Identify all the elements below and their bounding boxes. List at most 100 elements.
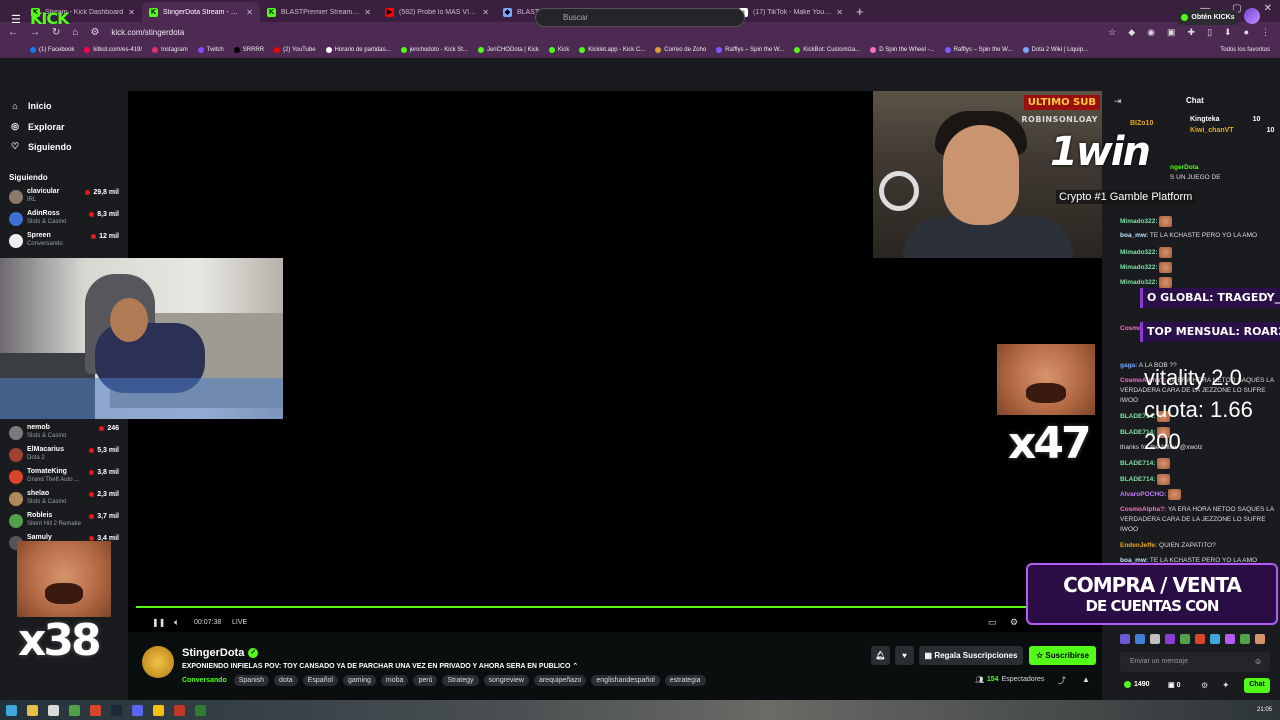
emote-icon[interactable]	[1135, 634, 1145, 644]
bookmark-item[interactable]: Dota 2 Wiki | Liquip...	[1022, 47, 1088, 53]
bookmark-item[interactable]: Kick	[548, 47, 569, 53]
chat-username[interactable]: BLADE714:	[1120, 476, 1155, 483]
file-explorer-icon[interactable]	[27, 704, 38, 716]
app-icon[interactable]	[69, 704, 80, 716]
extension-icon[interactable]: ◆	[1128, 27, 1135, 38]
chrome-icon[interactable]	[153, 704, 164, 716]
stream-tag[interactable]: dota	[274, 675, 298, 686]
chat-username[interactable]: CosmoAlpha?:	[1120, 506, 1166, 513]
streamer-avatar[interactable]	[142, 646, 174, 678]
browser-tab[interactable]: ♪(17) TikTok - Make Your Day✕	[732, 2, 850, 22]
chat-username[interactable]: Cosmo	[1120, 325, 1142, 332]
emote-icon[interactable]	[1240, 634, 1250, 644]
chevron-up-icon[interactable]: ⌃	[572, 663, 578, 670]
url-field[interactable]: kick.com/stingerdota	[111, 28, 184, 37]
browser-tab[interactable]: ▶ (582) Probé lo MÁS VIRAL de ✕	[378, 2, 496, 22]
obtain-kicks-button[interactable]: Obtén KICKs	[1178, 10, 1238, 25]
close-window-icon[interactable]: ✕	[1264, 3, 1272, 14]
kick-logo[interactable]: KICK	[30, 9, 69, 28]
bookmark-item[interactable]: KickBot: Customiza...	[794, 47, 860, 53]
chat-message[interactable]: Mimado322:	[1120, 247, 1276, 258]
browser-menu-icon[interactable]: ⋮	[1261, 27, 1270, 38]
bookmark-item[interactable]: Instagram	[152, 47, 188, 53]
pause-icon[interactable]: ❚❚	[152, 618, 165, 627]
bookmark-item[interactable]: kitkot.com/es-419/	[84, 47, 142, 53]
subscribe-button[interactable]: ☆ Suscribirse	[1029, 646, 1096, 665]
extension-icon[interactable]: ◉	[1147, 27, 1155, 38]
app-icon[interactable]	[48, 704, 59, 716]
tab-close-icon[interactable]: ✕	[836, 8, 843, 17]
bookmark-item[interactable]: JeriCHODota | Kick	[477, 47, 539, 53]
tab-close-icon[interactable]: ✕	[246, 8, 253, 17]
stream-tag[interactable]: moba	[380, 675, 409, 686]
chat-username[interactable]: EndenJeffe:	[1120, 542, 1157, 549]
bookmark-item[interactable]: Correo de Zoho	[655, 47, 706, 53]
bookmark-item[interactable]: Kicklet.app - Kick C...	[579, 47, 645, 53]
bookmark-item[interactable]: (1) Facebook	[30, 47, 74, 53]
extensions-puzzle-icon[interactable]: ✚	[1188, 27, 1196, 38]
bookmark-item[interactable]: Rafflys – Spin the W...	[944, 47, 1013, 53]
sidebar-nav-siguiendo[interactable]: ♡ Siguiendo	[10, 141, 72, 152]
profile-icon[interactable]: ●	[1244, 27, 1249, 38]
hamburger-menu-icon[interactable]: ☰	[11, 13, 21, 26]
emote-icon[interactable]	[1165, 634, 1175, 644]
emote-icon[interactable]	[1180, 634, 1190, 644]
chat-message[interactable]: boa_mw: TE LA KCHASTE PERO YO LA AMO	[1120, 231, 1276, 241]
report-flag-icon[interactable]: ▲	[1082, 675, 1090, 684]
extension-icon[interactable]: ▣	[1167, 27, 1176, 38]
chat-username[interactable]: gaga:	[1120, 362, 1137, 369]
share-icon[interactable]: ⤴	[1058, 675, 1066, 686]
sidebar-icon[interactable]: ▯	[1207, 27, 1212, 38]
emote-icon[interactable]	[1195, 634, 1205, 644]
sidebar-channel[interactable]: Robleis Silent Hill 2 Remake 3,7 mil	[9, 512, 121, 532]
all-bookmarks-button[interactable]: Todos los favoritos	[1220, 47, 1280, 53]
emote-icon[interactable]	[1255, 634, 1265, 644]
chat-input[interactable]: Enviar un mensaje	[1120, 652, 1270, 672]
sidebar-channel[interactable]: ElMacarius Dota 2 5,3 mil	[9, 446, 121, 466]
windows-start-icon[interactable]	[6, 704, 17, 716]
browser-tab[interactable]: K BLASTPremier Stream - Watch ✕	[260, 2, 378, 22]
chat-username[interactable]: Mimado322:	[1120, 249, 1158, 256]
stream-tag[interactable]: estrategia	[664, 675, 706, 686]
chat-username[interactable]: BLADE714:	[1120, 460, 1155, 467]
browser-tab[interactable]: K StingerDota Stream - Watch ✕	[142, 2, 260, 22]
notification-bell-icon[interactable]: 🔔︎	[871, 646, 890, 665]
stream-tag[interactable]: englishandespañol	[591, 675, 660, 686]
collapse-chat-icon[interactable]: ⇥	[1114, 96, 1122, 107]
stream-tag[interactable]: Spanish	[233, 675, 270, 686]
opera-icon[interactable]	[90, 704, 101, 716]
sidebar-channel[interactable]: Spreen Conversando 12 mil	[9, 232, 121, 252]
reload-icon[interactable]: ↻	[52, 27, 60, 38]
emote-icon[interactable]	[1150, 634, 1160, 644]
sidebar-channel[interactable]: TomateKing Grand Theft Auto ... 3,8 mil	[9, 468, 121, 488]
chat-message[interactable]: Mimado322:	[1120, 216, 1276, 227]
chat-message[interactable]: EndenJeffe: QUIEN ZAPATITO?	[1120, 541, 1276, 551]
bookmark-item[interactable]: Rafflys – Spin the W...	[716, 47, 784, 53]
chat-message[interactable]: Mimado322:	[1120, 277, 1276, 288]
follow-heart-icon[interactable]: ♥	[895, 646, 914, 665]
steam-icon[interactable]	[111, 704, 122, 716]
chat-mod-icon[interactable]: ✦	[1222, 680, 1230, 691]
forward-icon[interactable]: →	[30, 27, 40, 38]
live-indicator[interactable]: LIVE	[232, 619, 247, 626]
sidebar-channel[interactable]: AdinRoss Slots & Casino 8,3 mil	[9, 210, 121, 230]
progress-bar[interactable]	[136, 606, 1102, 608]
back-icon[interactable]: ←	[8, 27, 18, 38]
new-tab-icon[interactable]: +	[850, 4, 870, 22]
app-icon[interactable]	[195, 704, 206, 716]
chat-username[interactable]: Mimado322:	[1120, 279, 1158, 286]
chat-username[interactable]: boa_mw:	[1120, 232, 1148, 239]
gift-subs-button[interactable]: ▦ Regala Suscripciones	[919, 646, 1023, 665]
search-input[interactable]: Buscar	[535, 8, 745, 27]
bookmark-item[interactable]: (2) YouTube	[274, 47, 316, 53]
sidebar-nav-explorar[interactable]: ◎ Explorar	[10, 121, 64, 132]
category-link[interactable]: Conversando	[182, 677, 227, 684]
chat-message[interactable]: AlvaroPOCHO:	[1120, 489, 1276, 500]
stream-tag[interactable]: songreview	[483, 675, 529, 686]
stream-tag[interactable]: Strategy	[442, 675, 479, 686]
pinned-message[interactable]: ngerDota S UN JUEGO DE	[1170, 163, 1270, 183]
chat-message[interactable]: BLADE714:	[1120, 474, 1276, 485]
chat-message[interactable]: Mimado322:	[1120, 262, 1276, 273]
chat-username[interactable]: Mimado322:	[1120, 264, 1158, 271]
emote-icon[interactable]	[1225, 634, 1235, 644]
